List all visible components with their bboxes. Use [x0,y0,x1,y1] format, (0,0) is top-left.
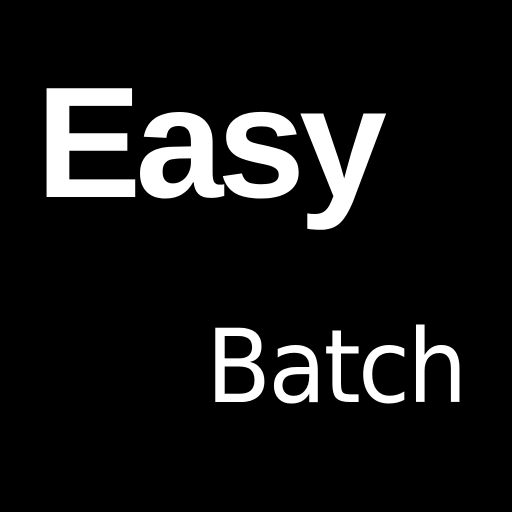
logo-word-easy: Easy [36,55,387,231]
logo-word-batch: Batch [206,308,468,427]
app-logo-tile: Easy Batch [0,0,512,512]
